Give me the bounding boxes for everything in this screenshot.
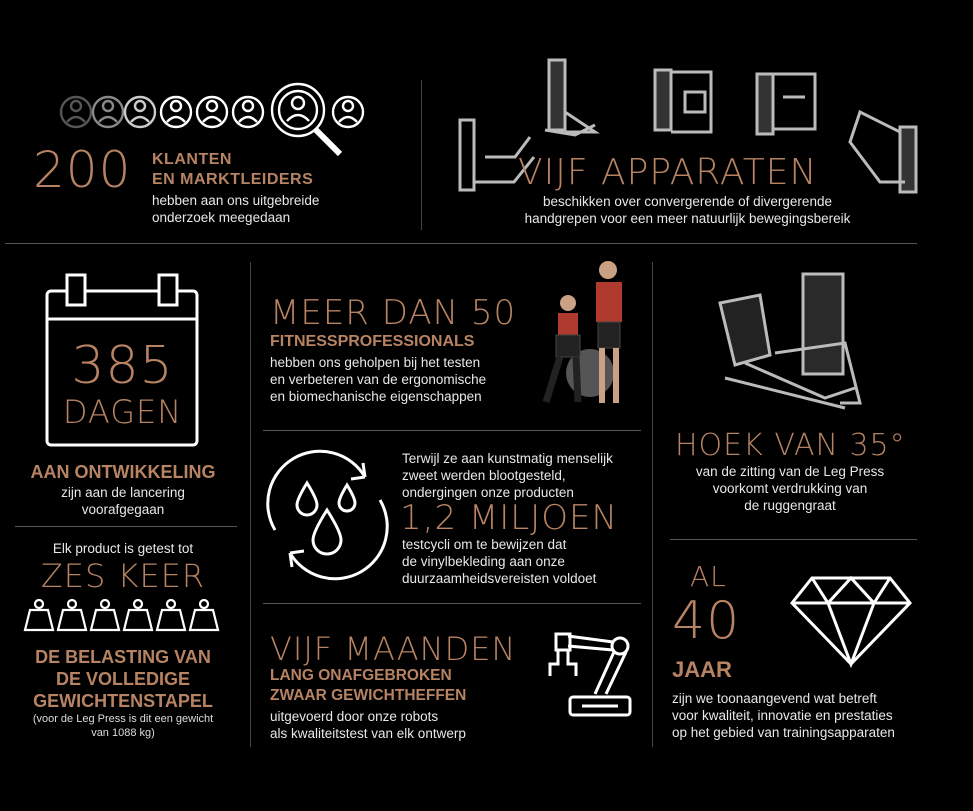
times-intro: Elk product is getest tot bbox=[52, 541, 194, 556]
professionals-title: MEER DAN 50 bbox=[270, 293, 517, 333]
months-sub1: LANG ONAFGEBROKEN bbox=[270, 667, 452, 684]
divider-left bbox=[250, 262, 251, 747]
weights-icon bbox=[23, 598, 220, 632]
times-label3: GEWICHTENSTAPEL bbox=[33, 691, 213, 711]
months-desc2: als kwaliteitstest van elk ontwerp bbox=[270, 726, 466, 741]
clients-line2: EN MARKTLEIDERS bbox=[152, 171, 314, 188]
divider-right-mid bbox=[670, 539, 917, 540]
angle-desc1: van de zitting van de Leg Press bbox=[695, 464, 885, 479]
years-desc2: voor kwaliteit, innovatie en prestaties bbox=[672, 708, 893, 723]
divider-left-mid bbox=[15, 526, 237, 527]
years-unit: JAAR bbox=[672, 657, 732, 682]
diamond-icon bbox=[790, 575, 912, 669]
sweat-desc3: duurzaamheidsvereisten voldoet bbox=[402, 571, 597, 586]
times-title: ZES KEER bbox=[40, 557, 206, 595]
years-prefix: AL bbox=[690, 560, 727, 593]
sweat-desc1: testcycli om te bewijzen dat bbox=[402, 537, 567, 552]
professionals-desc1: hebben ons geholpen bij het testen bbox=[270, 355, 481, 370]
clients-desc1: hebben aan ons uitgebreide bbox=[152, 193, 320, 208]
clients-desc2: onderzoek meegedaan bbox=[152, 210, 291, 225]
years-number: 40 bbox=[672, 591, 741, 651]
days-desc1: zijn aan de lancering bbox=[61, 485, 185, 500]
angle-desc3: de ruggengraat bbox=[744, 498, 836, 513]
robot-arm-icon bbox=[548, 632, 632, 717]
sweat-drops-icon bbox=[266, 449, 389, 581]
sweat-desc2: de vinylbekleding aan onze bbox=[402, 554, 565, 569]
times-note2: van 1088 kg) bbox=[91, 727, 155, 739]
sweat-intro1: Terwijl ze aan kunstmatig menselijk bbox=[402, 451, 613, 466]
clients-number: 200 bbox=[33, 141, 132, 199]
professionals-desc3: en biomechanische eigenschappen bbox=[270, 389, 482, 404]
divider-top bbox=[5, 243, 917, 244]
trainers-photo bbox=[542, 261, 622, 404]
times-note1: (voor de Leg Press is dit een gewicht bbox=[32, 713, 214, 725]
times-label2: DE VOLLEDIGE bbox=[55, 669, 190, 689]
days-unit: DAGEN bbox=[62, 393, 183, 431]
machines-desc2: handgrepen voor een meer natuurlijk bewe… bbox=[524, 211, 851, 226]
sweat-intro2: zweet werden blootgesteld, bbox=[402, 468, 566, 483]
days-number: 385 bbox=[71, 336, 174, 396]
years-desc3: op het gebied van trainingsapparaten bbox=[672, 725, 895, 740]
professionals-subtitle: FITNESSPROFESSIONALS bbox=[270, 333, 475, 350]
months-desc1: uitgevoerd door onze robots bbox=[270, 709, 439, 724]
sweat-number: 1,2 MILJOEN bbox=[400, 498, 618, 538]
times-label1: DE BELASTING VAN bbox=[35, 647, 211, 667]
leg-press-image bbox=[718, 272, 862, 410]
machines-desc1: beschikken over convergerende of diverge… bbox=[543, 194, 832, 209]
days-label: AAN ONTWIKKELING bbox=[30, 462, 216, 482]
days-desc2: voorafgegaan bbox=[81, 502, 165, 517]
angle-desc2: voorkomt verdrukking van bbox=[712, 481, 868, 496]
months-sub2: ZWAAR GEWICHTHEFFEN bbox=[270, 687, 467, 704]
clients-line1: KLANTEN bbox=[152, 151, 232, 168]
years-desc1: zijn we toonaangevend wat betreft bbox=[672, 691, 877, 706]
professionals-desc2: en verbeteren van de ergonomische bbox=[270, 372, 487, 387]
divider-top-vertical bbox=[421, 80, 422, 230]
machines-title: VIJF APPARATEN bbox=[518, 152, 818, 193]
angle-title: HOEK VAN 35° bbox=[675, 428, 906, 463]
months-title: VIJF MAANDEN bbox=[270, 630, 517, 668]
divider-right bbox=[652, 262, 653, 747]
divider-center-2 bbox=[263, 603, 641, 604]
divider-center-1 bbox=[263, 430, 641, 431]
